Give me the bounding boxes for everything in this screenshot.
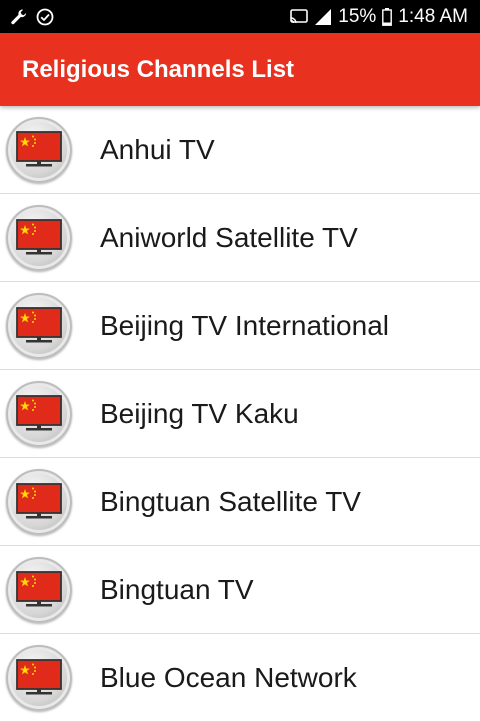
channel-avatar [6, 292, 72, 359]
status-right: 15% 1:48 AM [290, 7, 468, 26]
channel-name: Bingtuan TV [100, 573, 254, 605]
list-item[interactable]: Bingtuan Satellite TV [0, 458, 480, 546]
channel-name: Bingtuan Satellite TV [100, 485, 361, 517]
list-item[interactable]: Beijing TV International [0, 282, 480, 370]
china-flag-tv-icon [16, 570, 62, 606]
china-flag-tv-icon [16, 658, 62, 694]
cast-icon [290, 8, 309, 23]
channel-name: Beijing TV Kaku [100, 397, 299, 429]
channel-avatar [6, 204, 72, 271]
channel-name: Beijing TV International [100, 309, 389, 341]
battery-icon [382, 7, 393, 26]
channel-name: Aniworld Satellite TV [100, 221, 358, 253]
list-item[interactable]: Beijing TV Kaku [0, 370, 480, 458]
status-bar: 15% 1:48 AM [0, 0, 480, 33]
status-left-icons [10, 8, 54, 26]
signal-icon [315, 8, 332, 25]
china-flag-tv-icon [16, 394, 62, 430]
channel-name: Blue Ocean Network [100, 661, 357, 693]
channel-avatar [6, 556, 72, 623]
page-title: Religious Channels List [22, 55, 295, 83]
channel-list: Anhui TV Aniworld Satellite TV Beijing T… [0, 106, 480, 722]
list-item[interactable]: Blue Ocean Network [0, 634, 480, 722]
list-item[interactable]: Aniworld Satellite TV [0, 194, 480, 282]
list-item[interactable]: Bingtuan TV [0, 546, 480, 634]
china-flag-tv-icon [16, 306, 62, 342]
channel-name: Anhui TV [100, 133, 215, 165]
check-circle-icon [36, 8, 54, 25]
channel-avatar [6, 468, 72, 535]
china-flag-tv-icon [16, 218, 62, 254]
channel-avatar [6, 380, 72, 447]
battery-percent: 15% [338, 6, 377, 27]
app-bar: Religious Channels List [0, 33, 480, 106]
wrench-icon [11, 9, 27, 24]
china-flag-tv-icon [16, 130, 62, 166]
list-item[interactable]: Anhui TV [0, 106, 480, 194]
channel-avatar [6, 644, 72, 711]
china-flag-tv-icon [16, 482, 62, 518]
clock: 1:48 AM [398, 6, 468, 27]
channel-avatar [6, 116, 72, 183]
